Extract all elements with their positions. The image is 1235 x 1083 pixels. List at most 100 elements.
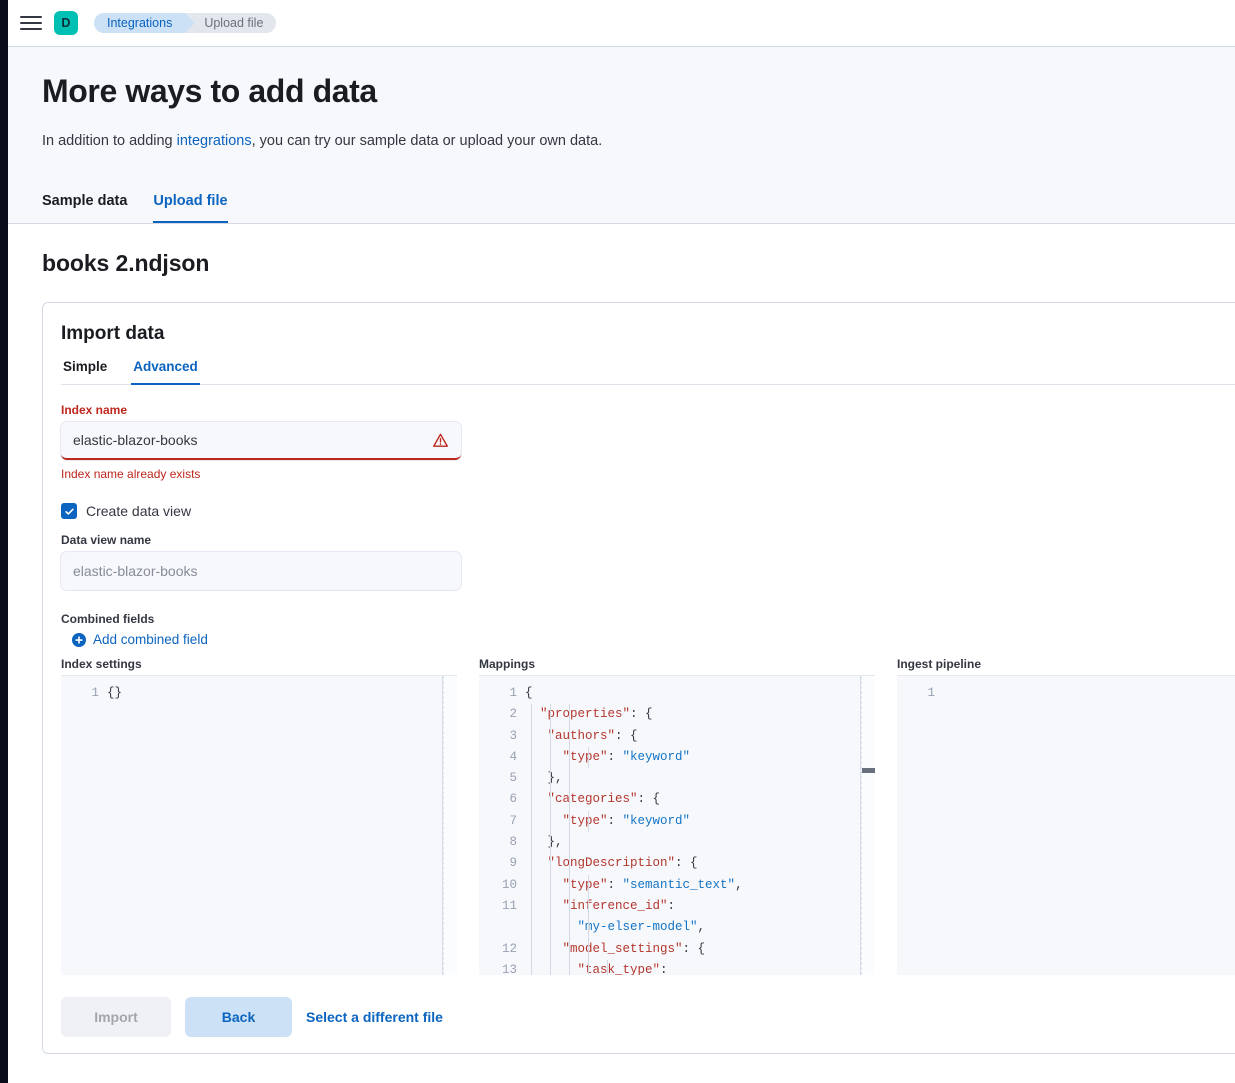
code-line: { <box>525 683 855 704</box>
page-description: In addition to adding integrations, you … <box>42 133 1235 149</box>
code-token: : <box>608 814 623 828</box>
mappings-scrollbar-thumb[interactable] <box>862 768 875 773</box>
user-avatar[interactable]: D <box>54 11 78 35</box>
indent-guide <box>531 811 532 832</box>
code-line: }, <box>525 768 855 789</box>
line-number: 10 <box>479 875 525 896</box>
code-token: : <box>660 963 668 975</box>
code-token: "type" <box>525 750 608 764</box>
indent-guide <box>550 939 551 960</box>
create-data-view-label: Create data view <box>86 503 191 519</box>
indent-guide <box>569 960 570 975</box>
line-number: 12 <box>479 939 525 960</box>
mappings-label: Mappings <box>479 657 875 671</box>
indent-guide <box>550 811 551 832</box>
indent-guide <box>531 832 532 853</box>
add-combined-field-button[interactable]: Add combined field <box>61 632 1235 647</box>
indent-guide <box>531 789 532 810</box>
index-name-input[interactable]: elastic-blazor-books <box>61 422 461 460</box>
mappings-column: Mappings 12345678910111213 { "properties… <box>479 657 875 975</box>
left-edge-rail <box>0 0 8 1083</box>
tab-simple[interactable]: Simple <box>61 359 109 385</box>
breadcrumb: Integrations Upload file <box>94 13 276 33</box>
hamburger-menu-icon[interactable] <box>20 12 42 34</box>
import-button[interactable]: Import <box>61 997 171 1037</box>
code-token: "authors" <box>525 729 615 743</box>
import-mode-tab-bar: Simple Advanced <box>61 359 1235 385</box>
indent-guide <box>550 726 551 747</box>
code-token: : { <box>675 856 698 870</box>
indent-guide <box>531 939 532 960</box>
warning-triangle-icon <box>432 432 449 449</box>
mappings-scrollbar-track[interactable] <box>860 676 861 975</box>
indent-guide <box>569 726 570 747</box>
index-settings-scrollbar[interactable] <box>442 676 443 975</box>
line-number <box>479 917 525 938</box>
line-number: 1 <box>61 683 107 704</box>
combined-fields-label: Combined fields <box>61 612 1235 626</box>
indent-guide <box>550 875 551 896</box>
ingest-pipeline-editor[interactable]: 1 <box>897 675 1235 975</box>
editors-row: Index settings 1 {} Mappings 12345678910… <box>61 657 1235 975</box>
indent-guide <box>569 875 570 896</box>
page-description-suffix: , you can try our sample data or upload … <box>252 133 603 149</box>
indent-guide <box>550 917 551 938</box>
code-token: , <box>735 878 743 892</box>
indent-guide <box>531 896 532 917</box>
code-line: "properties": { <box>525 704 855 725</box>
line-number: 9 <box>479 853 525 874</box>
indent-guide <box>569 832 570 853</box>
line-number: 2 <box>479 704 525 725</box>
indent-guide <box>531 917 532 938</box>
index-settings-editor[interactable]: 1 {} <box>61 675 457 975</box>
code-token: "categories" <box>525 792 638 806</box>
indent-guide <box>531 726 532 747</box>
breadcrumb-item-integrations[interactable]: Integrations <box>94 13 186 33</box>
select-different-file-button[interactable]: Select a different file <box>306 1009 443 1025</box>
back-button[interactable]: Back <box>185 997 292 1037</box>
page-title: More ways to add data <box>42 47 1235 110</box>
line-number: 5 <box>479 768 525 789</box>
plus-circle-icon <box>72 633 86 647</box>
tab-sample-data[interactable]: Sample data <box>42 193 127 223</box>
code-token: "task_type" <box>525 963 660 975</box>
indent-guide <box>588 747 589 768</box>
breadcrumb-item-upload-file[interactable]: Upload file <box>186 13 276 33</box>
indent-guide <box>588 939 589 960</box>
tab-advanced[interactable]: Advanced <box>131 359 200 385</box>
code-line: "categories": { <box>525 789 855 810</box>
integrations-link[interactable]: integrations <box>177 133 252 149</box>
line-number: 6 <box>479 789 525 810</box>
data-view-name-input[interactable]: elastic-blazor-books <box>61 552 461 590</box>
panel-actions: Import Back Select a different file <box>61 997 1235 1037</box>
indent-guide <box>550 960 551 975</box>
data-view-name-placeholder: elastic-blazor-books <box>73 563 449 579</box>
indent-guide <box>588 960 589 975</box>
ingest-pipeline-column: Ingest pipeline 1 <box>897 657 1235 975</box>
indent-guide <box>550 704 551 725</box>
indent-guide <box>569 747 570 768</box>
indent-guide <box>550 768 551 789</box>
line-number: 1 <box>479 683 525 704</box>
tab-upload-file[interactable]: Upload file <box>153 193 227 223</box>
code-token: : <box>608 878 623 892</box>
indent-guide <box>588 896 589 917</box>
ingest-pipeline-gutter: 1 <box>897 676 943 975</box>
import-form: Index name elastic-blazor-books Index na… <box>61 385 1235 1037</box>
code-token: "keyword" <box>623 814 691 828</box>
indent-guide <box>607 960 608 975</box>
index-settings-column: Index settings 1 {} <box>61 657 457 975</box>
mappings-code: { "properties": { "authors" : { "type": "… <box>525 676 855 975</box>
indent-guide <box>550 896 551 917</box>
data-view-name-label: Data view name <box>61 533 1235 547</box>
line-number: 4 <box>479 747 525 768</box>
indent-guide <box>569 939 570 960</box>
indent-guide <box>550 853 551 874</box>
index-name-error: Index name already exists <box>61 467 1235 481</box>
indent-guide <box>550 789 551 810</box>
mappings-editor[interactable]: 12345678910111213 { "properties": { "aut… <box>479 675 875 975</box>
code-token: : { <box>683 942 706 956</box>
code-line: "inference_id": <box>525 896 855 917</box>
indent-guide <box>588 811 589 832</box>
create-data-view-checkbox-row[interactable]: Create data view <box>61 503 1235 519</box>
